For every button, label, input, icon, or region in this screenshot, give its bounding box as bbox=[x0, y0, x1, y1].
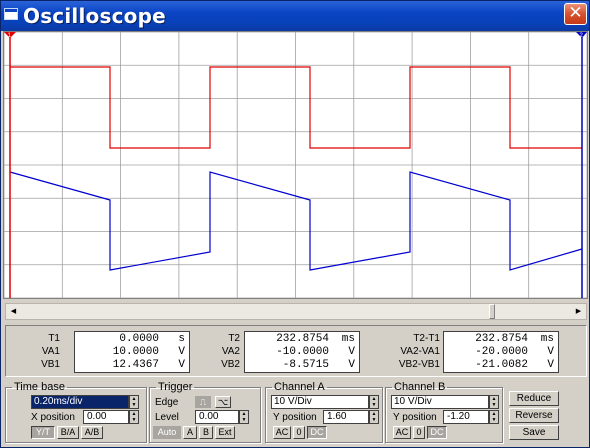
t1-readout: 0.0000 s 10.0000 V 12.4367 V bbox=[74, 331, 190, 373]
scroll-left-icon[interactable]: ◀ bbox=[6, 304, 21, 319]
vb1-unit: V bbox=[178, 359, 185, 371]
close-icon: ✕ bbox=[568, 3, 583, 23]
channel-b-dc-button[interactable]: DC bbox=[427, 426, 447, 439]
time-scrollbar[interactable]: ◀ ▶ bbox=[5, 303, 587, 320]
channel-a-ypos-label: Y position bbox=[273, 412, 317, 423]
window-title: Oscilloscope bbox=[23, 4, 166, 28]
close-button[interactable]: ✕ bbox=[564, 3, 587, 25]
vb1-label: VB1 bbox=[41, 359, 60, 370]
trigger-b-button[interactable]: B bbox=[199, 426, 213, 439]
spin-down-icon[interactable]: ▼ bbox=[490, 417, 498, 423]
falling-edge-button[interactable]: ⌥ bbox=[215, 396, 231, 408]
channel-b-zero-button[interactable]: 0 bbox=[413, 426, 425, 439]
vb-diff-value: -21.0082 bbox=[475, 359, 528, 371]
channel-a-legend: Channel A bbox=[274, 381, 325, 393]
xpos-input[interactable]: 0.00 bbox=[83, 410, 129, 424]
mode-yt-button[interactable]: Y/T bbox=[31, 426, 55, 439]
oscilloscope-window: Oscilloscope ✕ 1 2 ◀ ▶ T1 VA1 VB1 0.0000… bbox=[0, 0, 590, 448]
t1-value: 0.0000 bbox=[119, 333, 159, 345]
va-diff-value: -20.0000 bbox=[475, 346, 528, 358]
scroll-right-icon[interactable]: ▶ bbox=[571, 304, 586, 319]
vb1-value: 12.4367 bbox=[112, 359, 159, 371]
timebase-scale-spinner[interactable]: ▲ ▼ bbox=[129, 395, 139, 409]
trigger-auto-button[interactable]: Auto bbox=[153, 426, 181, 439]
channel-a-ypos-spinner[interactable]: ▲ ▼ bbox=[369, 410, 379, 424]
reverse-button[interactable]: Reverse bbox=[509, 408, 559, 423]
channel-a-trace bbox=[10, 66, 582, 149]
timebase-scale-select[interactable]: 0.20ms/div bbox=[31, 395, 129, 409]
spin-down-icon[interactable]: ▼ bbox=[240, 417, 248, 423]
t-diff-unit: ms bbox=[540, 333, 554, 345]
scroll-thumb[interactable] bbox=[488, 304, 495, 319]
va2-unit: V bbox=[348, 346, 355, 358]
va-diff-unit: V bbox=[547, 346, 554, 358]
va1-label: VA1 bbox=[41, 346, 60, 357]
waveform-plot: 1 2 bbox=[4, 32, 587, 298]
spin-down-icon[interactable]: ▼ bbox=[130, 402, 138, 408]
xpos-spinner[interactable]: ▲ ▼ bbox=[129, 410, 139, 424]
channel-b-ypos-input[interactable]: -1.20 bbox=[443, 410, 489, 424]
spin-down-icon[interactable]: ▼ bbox=[490, 402, 498, 408]
va1-unit: V bbox=[178, 346, 185, 358]
channel-a-ypos-input[interactable]: 1.60 bbox=[323, 410, 369, 424]
channel-a-ac-button[interactable]: AC bbox=[273, 426, 291, 439]
channel-b-ypos-spinner[interactable]: ▲ ▼ bbox=[489, 410, 499, 424]
reduce-button[interactable]: Reduce bbox=[509, 391, 559, 406]
level-spinner[interactable]: ▲ ▼ bbox=[239, 410, 249, 424]
t2-value: 232.8754 bbox=[276, 333, 329, 345]
title-bar[interactable]: Oscilloscope ✕ bbox=[1, 1, 589, 31]
rising-edge-icon: ⎍ bbox=[199, 397, 207, 407]
channel-b-legend: Channel B bbox=[394, 381, 446, 393]
channel-b-ypos-label: Y position bbox=[393, 412, 437, 423]
channel-b-scale-select[interactable]: 10 V/Div bbox=[391, 395, 489, 409]
diff-readout: 232.8754 ms -20.0000 V -21.0082 V bbox=[443, 331, 559, 373]
window-icon bbox=[4, 8, 18, 20]
rising-edge-button[interactable]: ⎍ bbox=[195, 396, 211, 408]
va2-value: -10.0000 bbox=[276, 346, 329, 358]
t-diff-value: 232.8754 bbox=[475, 333, 528, 345]
spin-down-icon[interactable]: ▼ bbox=[370, 417, 378, 423]
vb-diff-label: VB2-VB1 bbox=[398, 359, 440, 370]
mode-ba-button[interactable]: B/A bbox=[57, 426, 79, 439]
va2-label: VA2 bbox=[221, 346, 240, 357]
vb-diff-unit: V bbox=[547, 359, 554, 371]
falling-edge-icon: ⌥ bbox=[217, 397, 229, 407]
t1-unit: s bbox=[178, 333, 185, 345]
t2-readout: 232.8754 ms -10.0000 V -8.5715 V bbox=[244, 331, 360, 373]
t-diff-label: T2-T1 bbox=[413, 333, 440, 344]
save-button[interactable]: Save bbox=[509, 425, 559, 440]
trigger-ext-button[interactable]: Ext bbox=[215, 426, 235, 439]
channel-a-dc-button[interactable]: DC bbox=[307, 426, 327, 439]
mode-ab-button[interactable]: A/B bbox=[81, 426, 103, 439]
channel-b-trace bbox=[9, 171, 583, 271]
channel-a-scale-select[interactable]: 10 V/Div bbox=[271, 395, 369, 409]
cursor-readout-panel: T1 VA1 VB1 0.0000 s 10.0000 V 12.4367 V T2 … bbox=[5, 325, 587, 377]
edge-label: Edge bbox=[155, 397, 179, 408]
vb2-label: VB2 bbox=[221, 359, 240, 370]
trigger-legend: Trigger bbox=[158, 381, 193, 393]
channel-a-scale-spinner[interactable]: ▲ ▼ bbox=[369, 395, 379, 409]
xpos-label: X position bbox=[31, 412, 75, 423]
vb2-unit: V bbox=[348, 359, 355, 371]
t1-label: T1 bbox=[48, 333, 60, 344]
channel-a-zero-button[interactable]: 0 bbox=[293, 426, 305, 439]
timebase-legend: Time base bbox=[14, 381, 65, 393]
spin-down-icon[interactable]: ▼ bbox=[370, 402, 378, 408]
level-label: Level bbox=[155, 412, 179, 423]
va1-value: 10.0000 bbox=[112, 346, 159, 358]
t2-unit: ms bbox=[341, 333, 355, 345]
channel-b-scale-spinner[interactable]: ▲ ▼ bbox=[489, 395, 499, 409]
trigger-a-button[interactable]: A bbox=[183, 426, 197, 439]
va-diff-label: VA2-VA1 bbox=[400, 346, 440, 357]
spin-down-icon[interactable]: ▼ bbox=[130, 417, 138, 423]
oscilloscope-display[interactable]: 1 2 bbox=[3, 31, 588, 299]
t2-label: T2 bbox=[228, 333, 240, 344]
channel-b-ac-button[interactable]: AC bbox=[393, 426, 411, 439]
grid bbox=[4, 32, 587, 298]
trigger-level-input[interactable]: 0.00 bbox=[195, 410, 239, 424]
vb2-value: -8.5715 bbox=[282, 359, 329, 371]
